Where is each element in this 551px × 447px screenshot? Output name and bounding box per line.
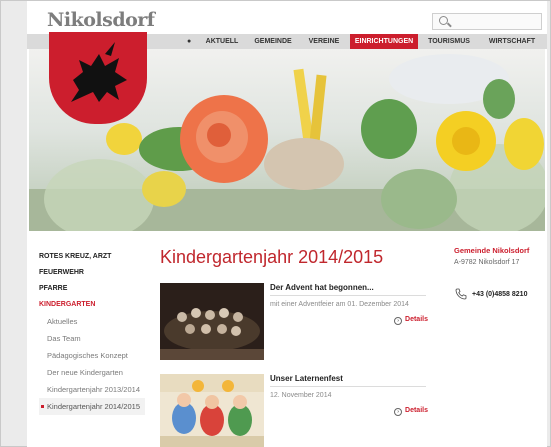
article-advent: Der Advent hat begonnen... mit einer Adv… <box>160 283 428 361</box>
page: Nikolsdorf ● AKTUELL GEMEINDE VEREINE EI… <box>27 1 547 447</box>
article-subtitle: mit einer Adventfeier am 01. Dezember 20… <box>270 301 409 308</box>
details-arrow-icon: › <box>394 317 403 325</box>
sidebar-subitem-neuer-kindergarten[interactable]: Der neue Kindergarten <box>39 364 145 381</box>
sidebar-subitem-aktuelles[interactable]: Aktuelles <box>39 313 145 330</box>
nav-item-aktuell[interactable]: AKTUELL <box>199 34 245 49</box>
article-divider <box>270 295 426 296</box>
sidebar-item-feuerwehr[interactable]: FEUERWEHR <box>39 265 145 281</box>
sidebar-subitem-2014-2015[interactable]: Kindergartenjahr 2014/2015 <box>39 398 145 415</box>
phone-icon <box>455 288 467 300</box>
sidebar: ROTES KREUZ, ARZT FEUERWEHR PFARRE KINDE… <box>39 249 145 415</box>
sidebar-subitem-konzept[interactable]: Pädagogisches Konzept <box>39 347 145 364</box>
search-input[interactable] <box>432 13 542 30</box>
article-title[interactable]: Unser Laternenfest <box>270 374 343 383</box>
search-icon[interactable] <box>439 16 448 25</box>
sidebar-item-pfarre[interactable]: PFARRE <box>39 281 145 297</box>
sidebar-subitem-team[interactable]: Das Team <box>39 330 145 347</box>
article-details-link[interactable]: › Details <box>394 316 428 325</box>
article-thumbnail[interactable] <box>160 283 264 360</box>
nav-item-einrichtungen[interactable]: EINRICHTUNGEN <box>350 34 418 49</box>
article-title[interactable]: Der Advent hat begonnen... <box>270 283 374 292</box>
article-subtitle: 12. November 2014 <box>270 392 332 399</box>
contact-phone[interactable]: +43 (0)4858 8210 <box>472 291 527 298</box>
nav-item-vereine[interactable]: VEREINE <box>302 34 346 49</box>
contact-title: Gemeinde Nikolsdorf <box>454 246 530 255</box>
sidebar-item-kindergarten[interactable]: KINDERGARTEN <box>39 297 145 313</box>
contact-address: A-9782 Nikolsdorf 17 <box>454 259 520 266</box>
nav-item-wirtschaft[interactable]: WIRTSCHAFT <box>480 34 544 49</box>
page-title: Kindergartenjahr 2014/2015 <box>160 247 384 267</box>
article-details-link[interactable]: › Details <box>394 407 428 416</box>
site-logo[interactable]: Nikolsdorf <box>47 9 155 31</box>
coat-of-arms-icon[interactable] <box>49 32 147 124</box>
browser-frame: Nikolsdorf ● AKTUELL GEMEINDE VEREINE EI… <box>0 0 551 447</box>
nav-item-tourismus[interactable]: TOURISMUS <box>422 34 476 49</box>
nav-bullet-icon: ● <box>187 38 192 45</box>
details-arrow-icon: › <box>394 408 403 416</box>
article-divider <box>270 386 426 387</box>
article-laternenfest: Unser Laternenfest 12. November 2014 › De… <box>160 374 428 447</box>
sidebar-subitem-2013-2014[interactable]: Kindergartenjahr 2013/2014 <box>39 381 145 398</box>
nav-item-gemeinde[interactable]: GEMEINDE <box>248 34 298 49</box>
article-thumbnail[interactable] <box>160 374 264 447</box>
sidebar-item-rotes-kreuz[interactable]: ROTES KREUZ, ARZT <box>39 249 145 265</box>
